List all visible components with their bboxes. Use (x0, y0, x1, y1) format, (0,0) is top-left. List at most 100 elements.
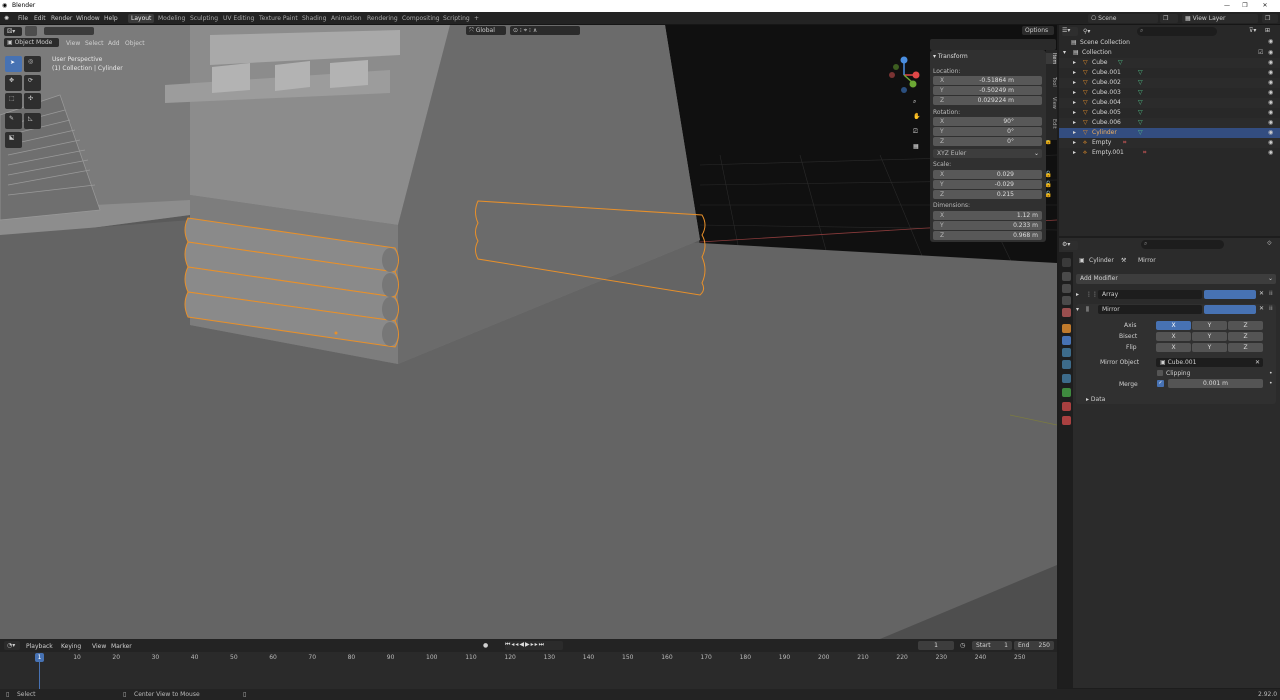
properties-search-input[interactable]: ⌕ (1141, 240, 1224, 249)
start-frame-field[interactable]: Start 1 (972, 641, 1012, 650)
timeline-menu-marker[interactable]: Marker (111, 643, 132, 650)
texture-tab-icon[interactable] (1062, 416, 1071, 425)
outliner-row[interactable]: ▸ ▽ Cube.004 ▽ ◉ (1059, 98, 1280, 108)
visibility-eye-icon[interactable]: ◉ (1268, 148, 1273, 158)
visibility-eye-icon[interactable]: ◉ (1268, 38, 1273, 45)
timeline-menu-view[interactable]: View (92, 643, 106, 650)
menu-edit[interactable]: Edit (34, 15, 46, 22)
3d-viewport[interactable]: ⚄▾ ⤧ Global ⊙ ⁝ ⌖ ⁝ ∧ Options ▣ Object M… (0, 25, 1057, 639)
viewport-menu-add[interactable]: Add (108, 40, 120, 47)
rotation-x-field[interactable]: X90°🔓 (933, 117, 1052, 126)
tab-edit[interactable]: Edit (1046, 119, 1057, 129)
timeline-menu-keying[interactable]: Keying (61, 643, 81, 650)
annotate-tool-button[interactable]: ✎ (5, 113, 22, 129)
visibility-eye-icon[interactable]: ◉ (1268, 68, 1273, 78)
drag-handle-icon[interactable]: ⁞⁞ (1269, 305, 1273, 312)
tab-sculpting[interactable]: Sculpting (187, 14, 221, 23)
close-icon[interactable]: ✕ (1259, 290, 1264, 297)
tab-tool[interactable]: Tool (1046, 77, 1057, 87)
dimensions-z-field[interactable]: Z 0.968 m (933, 231, 1042, 240)
bisect-z-toggle[interactable]: Z (1228, 332, 1263, 341)
outliner-row-scene-collection[interactable]: ▤ Scene Collection (1059, 38, 1280, 48)
scene-tab-icon[interactable] (1062, 308, 1071, 317)
mesh-data-icon[interactable]: ▽ (1138, 88, 1143, 98)
cursor-tool-button[interactable]: ◎ (24, 56, 41, 72)
constraints-tab-icon[interactable] (1062, 374, 1071, 383)
menu-help[interactable]: Help (104, 15, 118, 22)
output-tab-icon[interactable] (1062, 284, 1071, 293)
expand-down-icon[interactable]: ▾ (1063, 48, 1066, 58)
outliner-row[interactable]: ▸ ▽ Cube ▽ ◉ (1059, 58, 1280, 68)
tab-scripting[interactable]: Scripting (440, 14, 473, 23)
axis-x-toggle[interactable]: X (1156, 321, 1191, 330)
outliner-row[interactable]: ▸ ⟡ Empty.001 ⌗ ◉ (1059, 148, 1280, 158)
viewport-menu-select[interactable]: Select (85, 40, 104, 47)
mesh-data-icon[interactable]: ▽ (1118, 58, 1123, 68)
select-box-tool-icon[interactable] (25, 26, 37, 36)
tab-rendering[interactable]: Rendering (364, 14, 401, 23)
viewport-menu-object[interactable]: Object (125, 40, 145, 47)
snapping-controls[interactable]: ⊙ ⁝ ⌖ ⁝ ∧ (510, 26, 580, 35)
drag-handle-icon[interactable]: ⁞⁞ (1269, 290, 1273, 297)
grid-view-icon[interactable]: ▦ (913, 143, 919, 150)
current-frame-field[interactable]: 1 (918, 641, 954, 650)
end-frame-field[interactable]: End 250 (1014, 641, 1054, 650)
rotation-z-field[interactable]: Z 0° 🔓 (933, 137, 1052, 146)
clock-icon[interactable]: ◷ (960, 642, 965, 649)
tab-modeling[interactable]: Modeling (155, 14, 188, 23)
record-icon[interactable]: ● (483, 642, 488, 649)
keyframe-dot-icon[interactable]: • (1269, 380, 1273, 387)
tab-view[interactable]: View (1046, 97, 1057, 109)
outliner-row[interactable]: ▸ ▽ Cube.001 ▽ ◉ (1059, 68, 1280, 78)
close-button[interactable]: ✕ (1258, 0, 1272, 12)
expand-right-icon[interactable]: ▸ (1073, 58, 1076, 68)
outliner-row[interactable]: ▸ ▽ Cube.003 ▽ ◉ (1059, 88, 1280, 98)
outliner-editor-type-button[interactable]: ☰▾ (1062, 27, 1078, 36)
visibility-eye-icon[interactable]: ◉ (1268, 88, 1273, 98)
clipping-checkbox[interactable] (1157, 370, 1163, 376)
move-tool-button[interactable]: ✥ (5, 75, 22, 91)
visibility-eye-icon[interactable]: ◉ (1268, 128, 1273, 138)
selection-mode-buttons[interactable] (44, 27, 94, 35)
minimize-button[interactable]: — (1220, 0, 1234, 12)
scale-y-field[interactable]: Y -0.029 🔓 (933, 180, 1052, 189)
playback-controls[interactable]: ⏮◂◂◀▶▸▸⏭ (505, 641, 563, 650)
physics-tab-icon[interactable] (1062, 360, 1071, 369)
mode-dropdown[interactable]: ▣ Object Mode (4, 38, 59, 47)
clear-icon[interactable]: ✕ (1255, 358, 1260, 367)
axis-z-toggle[interactable]: Z (1228, 321, 1263, 330)
playhead[interactable]: 1 (35, 653, 44, 662)
lock-icon[interactable]: 🔓 (1045, 190, 1052, 199)
mesh-data-icon[interactable]: ▽ (1138, 128, 1143, 138)
keyframe-dot-icon[interactable]: • (1269, 370, 1273, 377)
mesh-data-icon[interactable]: ▽ (1138, 98, 1143, 108)
tool-tab-icon[interactable] (1062, 258, 1071, 267)
outliner-row[interactable]: ▸ ▽ Cube.006 ▽ ◉ (1059, 118, 1280, 128)
measure-tool-button[interactable]: ◺ (24, 113, 41, 129)
tab-item[interactable]: Item (1046, 53, 1057, 65)
filter-icon[interactable]: ⚲▾ (1083, 28, 1090, 35)
expand-right-icon[interactable]: ▸ (1073, 138, 1076, 148)
rotate-tool-button[interactable]: ⟳ (24, 75, 41, 91)
viewport-menu-view[interactable]: View (66, 40, 80, 47)
tab-animation[interactable]: Animation (328, 14, 365, 23)
tab-layout[interactable]: Layout (128, 14, 155, 23)
empty-data-icon[interactable]: ⌗ (1143, 148, 1146, 158)
select-tool-button[interactable]: ➤ (5, 56, 22, 72)
scene-copy-button[interactable]: ❐ (1160, 14, 1178, 23)
navigation-gizmo[interactable] (883, 53, 927, 97)
visibility-eye-icon[interactable]: ◉ (1268, 78, 1273, 88)
options-dropdown[interactable]: Options (1022, 26, 1054, 35)
expand-right-icon[interactable]: ▸ (1073, 68, 1076, 78)
flip-z-toggle[interactable]: Z (1228, 343, 1263, 352)
modifier-name-field[interactable]: Mirror (1098, 305, 1202, 314)
maximize-button[interactable]: ❐ (1238, 0, 1252, 12)
particles-tab-icon[interactable] (1062, 348, 1071, 357)
visibility-eye-icon[interactable]: ◉ (1268, 48, 1273, 58)
expand-right-icon[interactable]: ▸ (1073, 128, 1076, 138)
view-layer-selector[interactable]: ▦ View Layer (1182, 14, 1258, 23)
expand-right-icon[interactable]: ▸ (1073, 108, 1076, 118)
filter-funnel-icon[interactable]: ⊽▾ (1249, 27, 1256, 34)
outliner-row[interactable]: ▾ ▤ Collection ☑ ◉ (1059, 48, 1280, 58)
add-cube-tool-button[interactable]: ⬕ (5, 132, 22, 148)
